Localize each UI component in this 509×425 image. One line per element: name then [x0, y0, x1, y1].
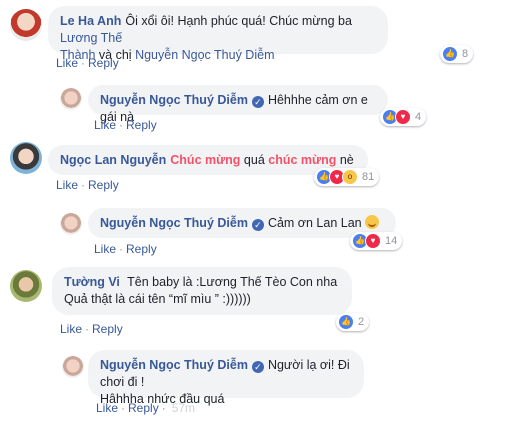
- commenter-name[interactable]: Nguyễn Ngọc Thuý Diễm: [100, 93, 248, 107]
- mention-link[interactable]: Lương Thế: [60, 31, 122, 45]
- like-link[interactable]: Like: [94, 118, 116, 132]
- comment-text: quá: [240, 153, 269, 167]
- reply-bubble: Nguyễn Ngọc Thuý Diễm ✓ Cảm ơn Lan Lan: [88, 208, 396, 238]
- comment-text-line2: Quả thật là cái tên “mĩ mìu ” :)))))): [64, 292, 251, 306]
- avatar-tuong-vi[interactable]: [10, 270, 42, 302]
- comment-bubble: Le Ha Anh Ôi xổi ôi! Hạnh phúc quá! Chúc …: [48, 6, 388, 62]
- comment-highlight: Chúc mừng: [170, 153, 241, 167]
- like-link[interactable]: Like: [60, 322, 82, 336]
- like-link[interactable]: Like: [94, 242, 116, 256]
- reaction-summary[interactable]: 👍 ♥ 14: [350, 232, 403, 250]
- like-link[interactable]: Like: [56, 178, 78, 192]
- commenter-name[interactable]: Le Ha Anh: [60, 14, 121, 28]
- reply-link[interactable]: Reply: [126, 118, 157, 132]
- reply-link[interactable]: Reply: [128, 401, 159, 415]
- separator: ·: [119, 242, 124, 256]
- reaction-count: 14: [385, 235, 398, 247]
- comment-actions: Like · Reply: [56, 56, 119, 70]
- reaction-count: 4: [415, 111, 422, 123]
- verified-badge-icon: ✓: [251, 219, 264, 231]
- smile-emoji-icon: [365, 215, 380, 229]
- reaction-count: 2: [358, 316, 365, 328]
- reaction-summary[interactable]: 👍 ♥ o 81: [314, 168, 380, 186]
- avatar-thuy-diem[interactable]: [60, 88, 82, 110]
- reaction-summary[interactable]: 👍 ♥ 4: [380, 108, 427, 126]
- reply-actions: Like · Reply: [94, 118, 157, 132]
- like-reaction-icon: 👍: [442, 46, 458, 62]
- reply-link[interactable]: Reply: [126, 242, 157, 256]
- like-reaction-icon: 👍: [338, 314, 354, 330]
- separator: ·: [85, 322, 90, 336]
- comment-highlight: chúc mừng: [268, 153, 337, 167]
- mention-link[interactable]: Nguyễn Ngọc Thuý Diễm: [135, 48, 274, 62]
- reaction-count: 81: [362, 171, 375, 183]
- like-link[interactable]: Like: [96, 401, 118, 415]
- separator: ·: [119, 118, 124, 132]
- verified-badge-icon: ✓: [251, 96, 264, 108]
- verified-badge-icon: ✓: [251, 361, 264, 373]
- reaction-summary[interactable]: 👍 2: [336, 313, 370, 331]
- comment-actions: Like · Reply: [56, 178, 119, 192]
- separator: ·: [121, 401, 126, 415]
- like-link[interactable]: Like: [56, 56, 78, 70]
- separator: ·: [81, 56, 86, 70]
- comment-text: Tên baby là :Lương Thế Tèo Con nha: [127, 275, 338, 289]
- avatar-ngoc-lan[interactable]: [10, 142, 42, 174]
- commenter-name[interactable]: Ngọc Lan Nguyễn: [60, 153, 166, 167]
- avatar-thuy-diem[interactable]: [60, 213, 82, 235]
- reply-bubble: Nguyễn Ngọc Thuý Diễm ✓ Người lạ ơi! Đi ch…: [88, 350, 364, 406]
- separator: ·: [161, 401, 166, 415]
- comment-text: Ôi xổi ôi! Hạnh phúc quá! Chúc mừng ba: [125, 14, 352, 28]
- commenter-name[interactable]: Nguyễn Ngọc Thuý Diễm: [100, 358, 248, 372]
- separator: ·: [81, 178, 86, 192]
- comment-actions: Like · Reply: [60, 322, 123, 336]
- comment-text: nè: [336, 153, 354, 167]
- reply-link[interactable]: Reply: [92, 322, 123, 336]
- timestamp[interactable]: 57m: [172, 401, 195, 415]
- love-reaction-icon: ♥: [395, 109, 411, 125]
- reaction-count: 8: [462, 48, 469, 60]
- reply-bubble: Nguyễn Ngọc Thuý Diễm ✓ Hêhhhe cảm ơn e gá…: [88, 85, 388, 124]
- reply-actions: Like · Reply: [94, 242, 157, 256]
- reaction-summary[interactable]: 👍 8: [440, 45, 474, 63]
- comment-text: Cảm ơn Lan Lan: [267, 216, 362, 230]
- avatar-thuy-diem[interactable]: [62, 356, 84, 378]
- commenter-name[interactable]: Nguyễn Ngọc Thuý Diễm: [100, 216, 248, 230]
- avatar-le-ha-anh[interactable]: [10, 9, 42, 41]
- commenter-name[interactable]: Tường Vi: [64, 275, 120, 289]
- wow-reaction-icon: o: [342, 169, 358, 185]
- reply-actions: Like · Reply · 57m: [96, 401, 195, 415]
- reply-link[interactable]: Reply: [88, 56, 119, 70]
- reply-link[interactable]: Reply: [88, 178, 119, 192]
- comment-bubble: Tường Vi Tên baby là :Lương Thế Tèo Con …: [52, 267, 352, 315]
- love-reaction-icon: ♥: [365, 233, 381, 249]
